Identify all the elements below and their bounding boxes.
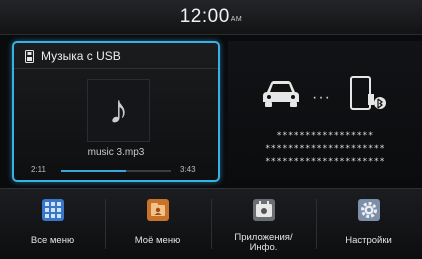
track-name: music 3.mp3 (87, 147, 145, 158)
gear-icon (358, 199, 380, 221)
status-bar: 12:00AM (0, 0, 422, 35)
clock-ampm: AM (230, 16, 243, 23)
device-name-line-3: ********************* (264, 157, 386, 167)
elapsed-time: 2:11 (31, 165, 46, 174)
total-time: 3:43 (180, 165, 196, 174)
progress-bar[interactable] (61, 170, 171, 172)
progress-fill (61, 170, 126, 172)
device-name-line-1: ***************** (276, 131, 374, 141)
menu-settings-button[interactable]: Настройки (316, 189, 421, 259)
device-name-line-2: ********************* (264, 144, 386, 154)
menu-all-menus-button[interactable]: Все меню (0, 189, 105, 259)
head-unit-screen: 12:00AM Музыка с USB ♪ music 3.mp3 2:11 … (0, 0, 422, 259)
menu-label-line-2: Инфо. (249, 242, 278, 253)
clock-time: 12:00 (179, 6, 230, 27)
folder-icon (147, 199, 169, 221)
phone-icon (350, 76, 386, 110)
usb-music-widget[interactable]: Музыка с USB ♪ music 3.mp3 2:11 3:43 (12, 41, 220, 182)
usb-icon (25, 50, 34, 63)
media-source-title: Музыка с USB (41, 49, 121, 63)
music-note-icon: ♪ (108, 88, 129, 132)
grid-icon (42, 199, 64, 221)
menu-label: Все меню (30, 235, 75, 246)
clock[interactable]: 12:00AM (0, 6, 422, 28)
bottom-menu-bar: Все меню Моё меню Приложения/ Инфо. Наст… (0, 188, 422, 259)
menu-apps-info-button[interactable]: Приложения/ Инфо. (211, 189, 316, 259)
menu-my-menu-button[interactable]: Моё меню (105, 189, 210, 259)
phone-connection-panel[interactable]: ··· ***************** ******************… (228, 41, 422, 182)
menu-label: Приложения/ Инфо. (211, 233, 316, 253)
album-art: ♪ (87, 79, 150, 142)
media-header: Музыка с USB (14, 43, 218, 69)
menu-label: Моё меню (134, 235, 181, 246)
apps-icon (253, 199, 275, 221)
connection-dots: ··· (312, 89, 331, 106)
menu-label: Настройки (345, 235, 392, 246)
car-icon (263, 81, 299, 107)
